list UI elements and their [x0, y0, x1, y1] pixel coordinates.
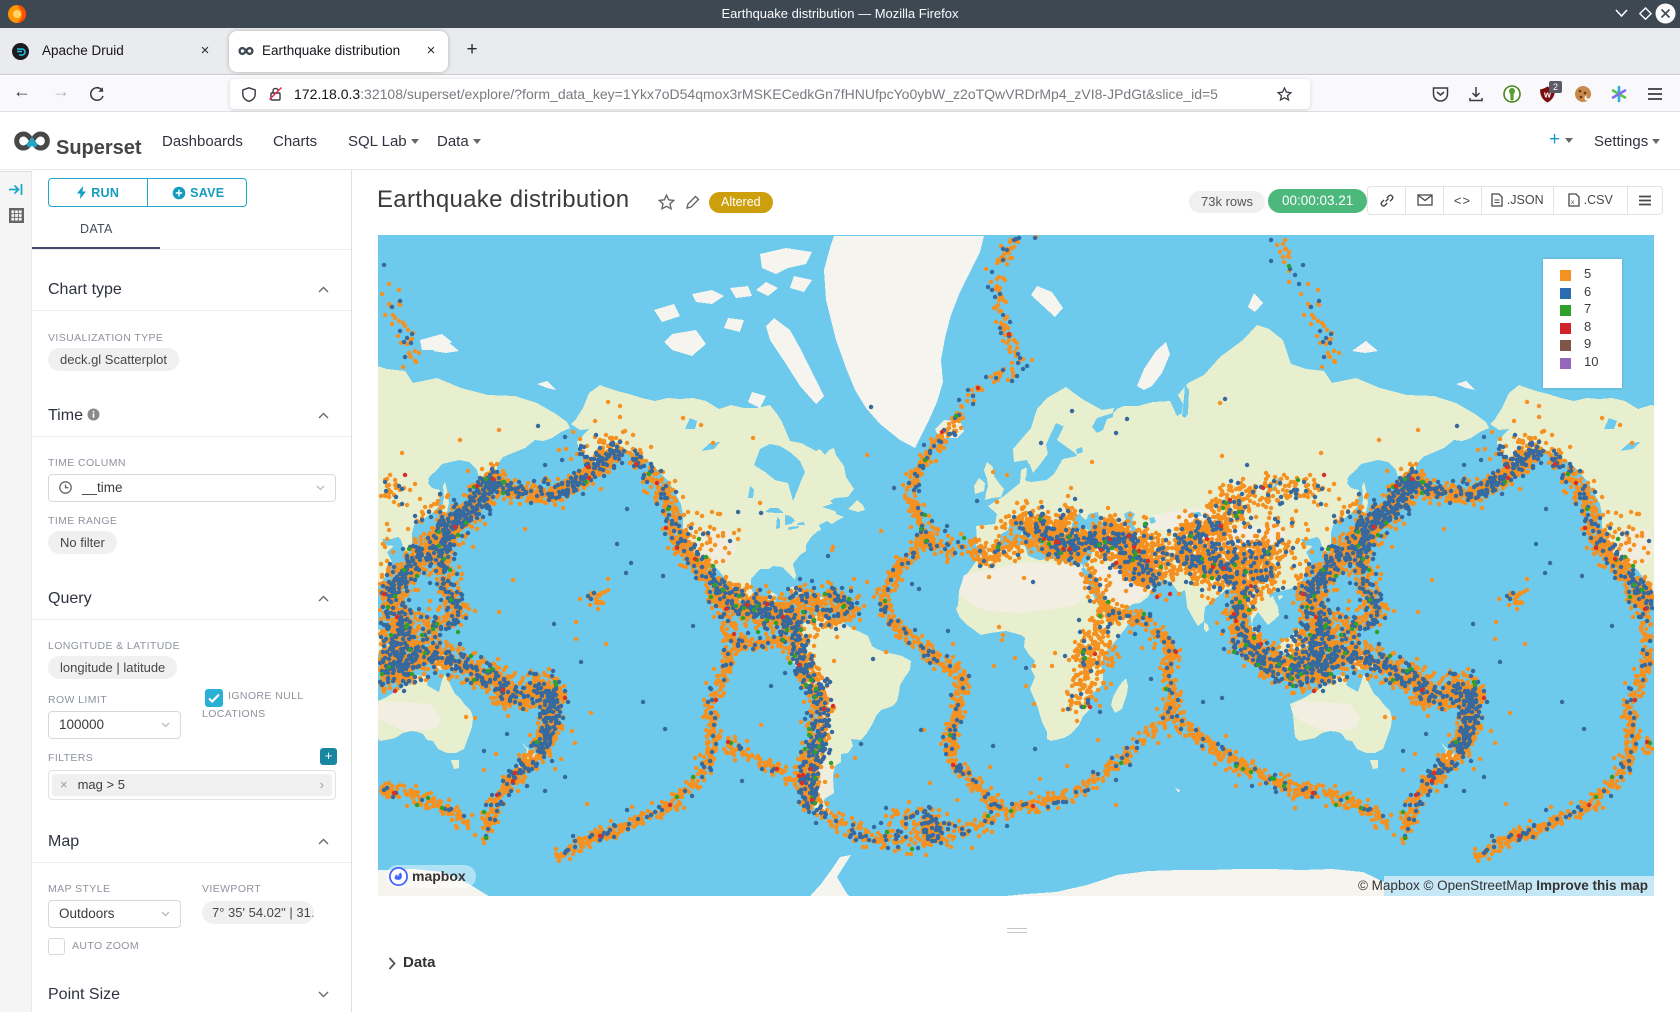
svg-text:x: x: [1571, 199, 1575, 206]
